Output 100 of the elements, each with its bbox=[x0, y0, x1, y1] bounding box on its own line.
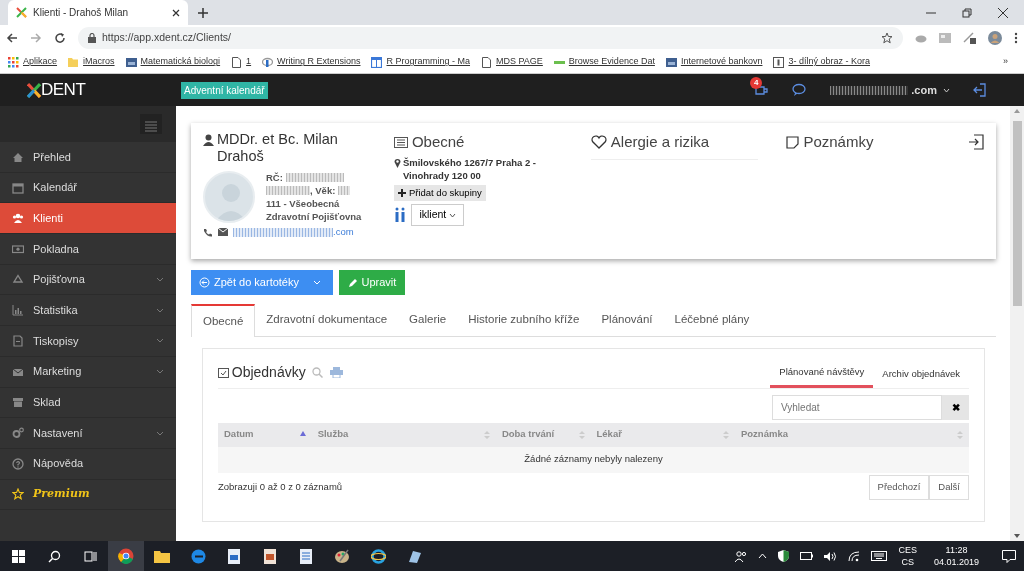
logo-text: DENT bbox=[41, 79, 86, 102]
scroll-down-icon[interactable] bbox=[1014, 534, 1020, 538]
logout-icon[interactable] bbox=[972, 83, 986, 97]
wifi-icon[interactable] bbox=[848, 550, 861, 562]
shield-icon[interactable] bbox=[778, 550, 790, 562]
new-tab-icon[interactable] bbox=[198, 8, 208, 18]
cup-icon[interactable] bbox=[754, 83, 771, 97]
chevron-up-icon[interactable] bbox=[758, 553, 768, 559]
bookmark[interactable]: Matematická biologi bbox=[125, 55, 221, 69]
bookmark[interactable]: R Programming - Ma bbox=[371, 55, 470, 69]
envelope-icon[interactable] bbox=[217, 228, 228, 237]
x-logo-icon bbox=[27, 82, 41, 98]
section-heading: Obecné bbox=[411, 132, 465, 152]
clear-button[interactable]: ✖ bbox=[942, 394, 969, 420]
tab[interactable]: Plánování bbox=[590, 304, 664, 336]
people-icon bbox=[393, 207, 406, 224]
bookmark[interactable]: iMacros bbox=[68, 55, 115, 69]
more-icon[interactable] bbox=[1014, 32, 1018, 44]
address-text: Šmilovského 1267/7 Praha 2 - Vinohrady 120 00 bbox=[402, 156, 537, 183]
login-icon[interactable] bbox=[968, 134, 984, 150]
ie-icon[interactable] bbox=[370, 548, 386, 564]
back-icon[interactable] bbox=[6, 32, 18, 44]
language-indicator[interactable]: CS bbox=[898, 556, 917, 568]
section-heading: Alergie a rizika bbox=[610, 132, 710, 152]
help-icon bbox=[12, 457, 24, 470]
lock-icon bbox=[88, 33, 96, 43]
subtab[interactable]: Plánované návštěvy bbox=[770, 359, 874, 389]
window-icon bbox=[371, 56, 383, 68]
photo-file-icon[interactable] bbox=[228, 548, 240, 564]
tab[interactable]: Léčebné plány bbox=[663, 304, 761, 336]
folder-icon[interactable] bbox=[154, 549, 170, 563]
browser-tab[interactable]: Klienti - Drahoš Milan bbox=[8, 0, 188, 25]
address-bar[interactable]: https://app.xdent.cz/Clients/ bbox=[78, 27, 903, 49]
avatar bbox=[203, 170, 255, 223]
paint-icon[interactable] bbox=[334, 548, 350, 564]
battery-icon[interactable] bbox=[800, 552, 814, 560]
site-icon bbox=[125, 56, 137, 68]
extension-icon[interactable] bbox=[963, 32, 976, 44]
note-icon bbox=[786, 135, 800, 149]
volume-icon[interactable] bbox=[824, 550, 838, 562]
language-indicator[interactable]: CES bbox=[898, 544, 917, 556]
apps-icon bbox=[8, 56, 19, 68]
document-icon[interactable] bbox=[300, 548, 312, 564]
tab[interactable]: Obecné bbox=[191, 304, 256, 337]
bookmark[interactable]: Browse Evidence Dat bbox=[553, 55, 655, 69]
tab[interactable]: Galerie bbox=[398, 304, 458, 336]
subtab[interactable]: Archiv objednávek bbox=[873, 359, 969, 389]
phone-icon[interactable] bbox=[203, 227, 212, 237]
client-name: MDDr. et Bc. Milan Drahoš bbox=[217, 131, 339, 165]
card-icon bbox=[393, 136, 408, 148]
search-field[interactable]: Vyhledat bbox=[772, 394, 942, 420]
clock-time[interactable]: 11:28 bbox=[933, 544, 979, 556]
url-text: https://app.xdent.cz/Clients/ bbox=[102, 30, 231, 46]
bookmark[interactable]: Aplikace bbox=[8, 55, 58, 69]
people-icon[interactable] bbox=[735, 550, 748, 562]
user-name[interactable]: .com bbox=[911, 81, 937, 99]
chat-icon[interactable] bbox=[792, 83, 809, 97]
bookmark[interactable]: Internetové bankovn bbox=[665, 55, 763, 69]
profile-avatar-icon[interactable] bbox=[988, 31, 1002, 45]
pencil-icon[interactable] bbox=[347, 277, 358, 288]
close-icon[interactable] bbox=[998, 7, 1008, 18]
email-link[interactable]: .com bbox=[333, 225, 354, 240]
caret-icon[interactable] bbox=[449, 213, 457, 219]
menu-toggle[interactable] bbox=[140, 114, 162, 134]
search-icon[interactable] bbox=[47, 549, 61, 563]
restore-icon[interactable] bbox=[962, 7, 972, 18]
tab[interactable]: Historie zubního kříže bbox=[457, 304, 591, 336]
add-to-group-button[interactable]: Přidat do skupiny bbox=[393, 185, 486, 202]
windows-start-icon[interactable] bbox=[11, 549, 25, 563]
presentation-icon[interactable] bbox=[264, 548, 276, 564]
back-arrow-icon[interactable] bbox=[199, 277, 210, 288]
bookmark[interactable]: 1 bbox=[231, 55, 252, 69]
site-icon bbox=[665, 56, 677, 68]
bookmark[interactable]: 3- dílný obraz - Kora bbox=[773, 55, 870, 69]
tab[interactable]: Zdravotní dokumentace bbox=[255, 304, 399, 336]
chrome-icon[interactable] bbox=[118, 548, 134, 564]
close-icon[interactable] bbox=[172, 8, 180, 17]
map-pin-icon bbox=[393, 158, 401, 169]
dollar-page-icon bbox=[773, 56, 785, 68]
keyboard-icon[interactable] bbox=[871, 551, 888, 561]
sidebar-item[interactable]: Klienti bbox=[0, 203, 176, 235]
task-view-icon[interactable] bbox=[83, 549, 97, 563]
user-icon bbox=[203, 134, 214, 146]
pagination-button[interactable]: Předchozí bbox=[868, 475, 930, 500]
calendar-check-icon bbox=[218, 366, 229, 378]
bookmarks-overflow[interactable]: » bbox=[1003, 55, 1008, 69]
client-type-dropdown[interactable]: iklient bbox=[411, 204, 465, 227]
reload-icon[interactable] bbox=[54, 32, 66, 44]
notification-icon[interactable] bbox=[1002, 549, 1016, 563]
star-icon[interactable] bbox=[881, 32, 893, 44]
app-icon[interactable] bbox=[406, 548, 422, 564]
tab-title: Klienti - Drahoš Milan bbox=[33, 6, 129, 20]
users-icon bbox=[12, 212, 24, 225]
bookmark[interactable]: Writing R Extensions bbox=[262, 55, 361, 69]
scrollbar-thumb[interactable] bbox=[1012, 121, 1022, 306]
pagination-button[interactable]: Další bbox=[929, 475, 969, 500]
bookmark[interactable]: MDS PAGE bbox=[481, 55, 543, 69]
empty-message: Žádné záznamy nebyly nalezeny bbox=[524, 452, 663, 467]
clock-date[interactable]: 04.01.2019 bbox=[933, 556, 979, 568]
redacted-text bbox=[266, 185, 310, 195]
